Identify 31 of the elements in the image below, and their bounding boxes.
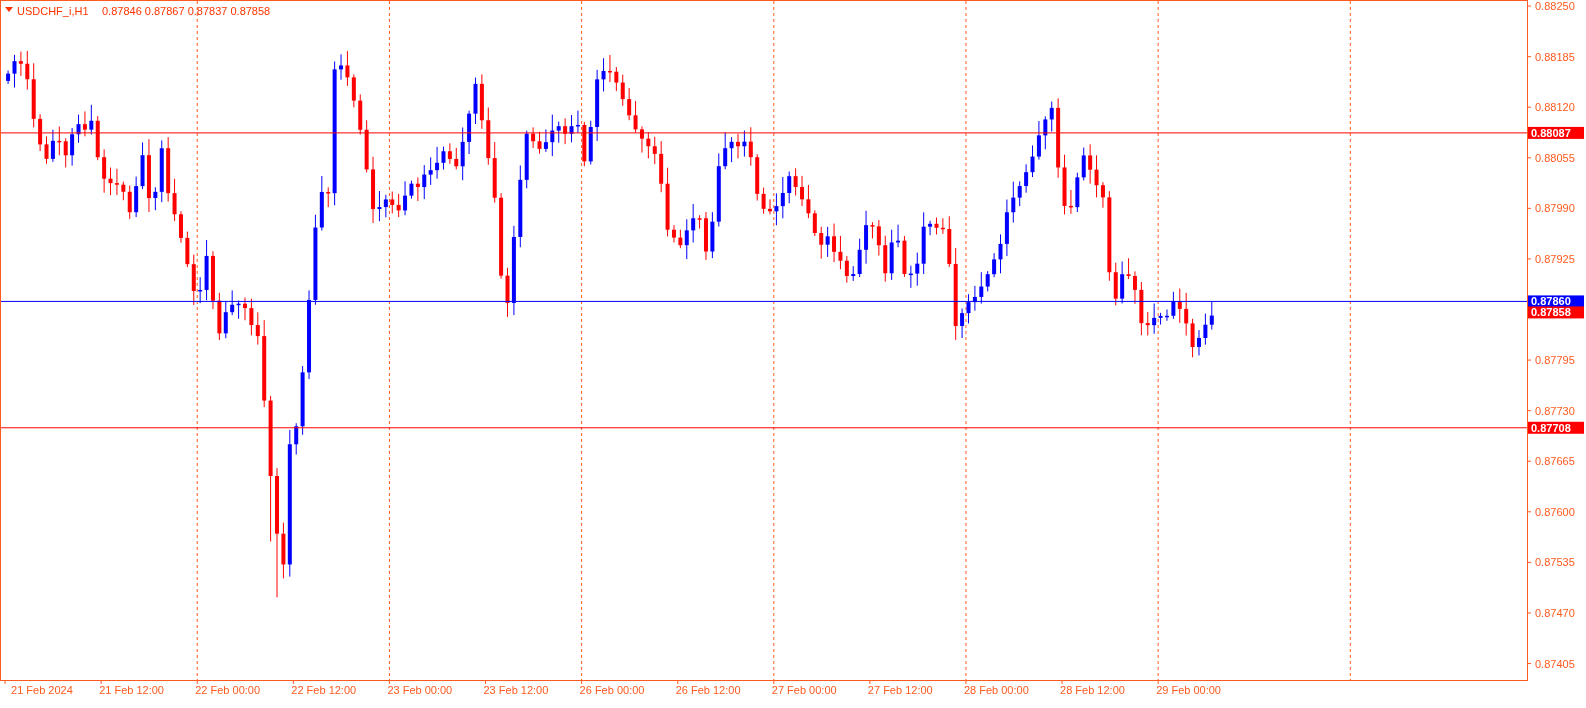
price-axis-label: 0.87600	[1535, 505, 1575, 518]
price-axis-label: 0.87405	[1535, 657, 1575, 670]
price-axis-label: 0.88185	[1535, 50, 1575, 63]
price-axis-label: 0.87470	[1535, 606, 1575, 619]
time-axis-label: 28 Feb 00:00	[963, 684, 1029, 696]
time-axis-label: 23 Feb 12:00	[483, 684, 549, 696]
price-tag: 0.87858	[1528, 306, 1584, 319]
time-axis-label: 26 Feb 00:00	[579, 684, 645, 696]
time-axis-label: 22 Feb 12:00	[291, 684, 357, 696]
time-axis-label: 26 Feb 12:00	[675, 684, 741, 696]
price-axis-label: 0.88120	[1535, 101, 1575, 114]
time-axis-label: 29 Feb 00:00	[1156, 684, 1221, 696]
price-axis-label: 0.88250	[1535, 0, 1575, 13]
quote-values: 0.87846 0.87867 0.87837 0.87858	[102, 5, 271, 17]
price-axis-label: 0.87535	[1535, 556, 1575, 569]
price-axis-label: 0.88055	[1535, 151, 1575, 164]
time-axis-label: 22 Feb 00:00	[195, 684, 261, 696]
time-axis-label: 21 Feb 12:00	[99, 684, 164, 696]
time-axis-label: 23 Feb 00:00	[387, 684, 453, 696]
time-axis-label: 21 Feb 2024	[11, 684, 73, 696]
time-axis-label: 27 Feb 12:00	[867, 684, 933, 696]
price-axis-label: 0.87665	[1535, 455, 1575, 468]
time-axis-label: 28 Feb 12:00	[1060, 684, 1125, 696]
price-axis-label: 0.87795	[1535, 354, 1575, 367]
price-axis-label: 0.87925	[1535, 252, 1575, 265]
symbol-label: USDCHF_i,H1	[17, 5, 89, 17]
price-tag: 0.87860	[1528, 295, 1584, 308]
price-axis-label: 0.87990	[1535, 202, 1575, 215]
price-axis-label: 0.87730	[1535, 404, 1575, 417]
dropdown-icon[interactable]	[5, 7, 13, 12]
time-axis-label: 27 Feb 00:00	[771, 684, 837, 696]
